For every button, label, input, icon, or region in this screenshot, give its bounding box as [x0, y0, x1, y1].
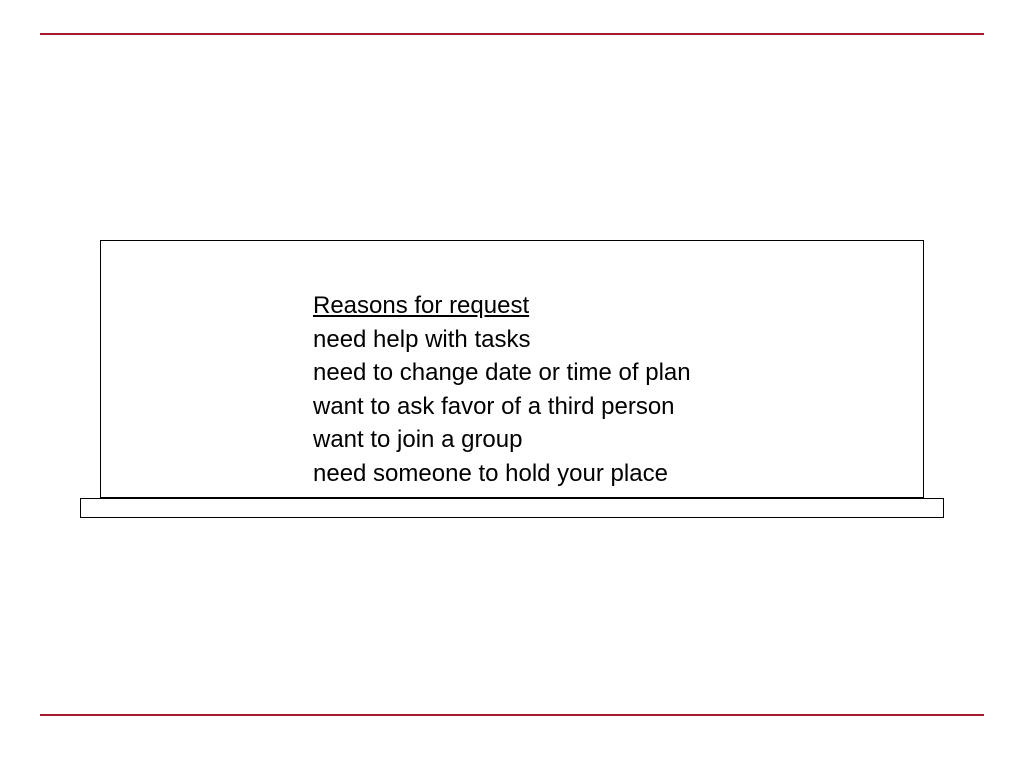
bottom-rule	[40, 714, 984, 716]
content-line: want to join a group	[313, 423, 923, 457]
content-heading: Reasons for request	[313, 289, 923, 323]
base-bar	[80, 498, 944, 518]
content-line: want to ask favor of a third person	[313, 390, 923, 424]
content-line: need to change date or time of plan	[313, 356, 923, 390]
content-box: Reasons for request need help with tasks…	[100, 240, 924, 498]
content-line: need help with tasks	[313, 323, 923, 357]
content-line: need someone to hold your place	[313, 457, 923, 491]
top-rule	[40, 33, 984, 35]
